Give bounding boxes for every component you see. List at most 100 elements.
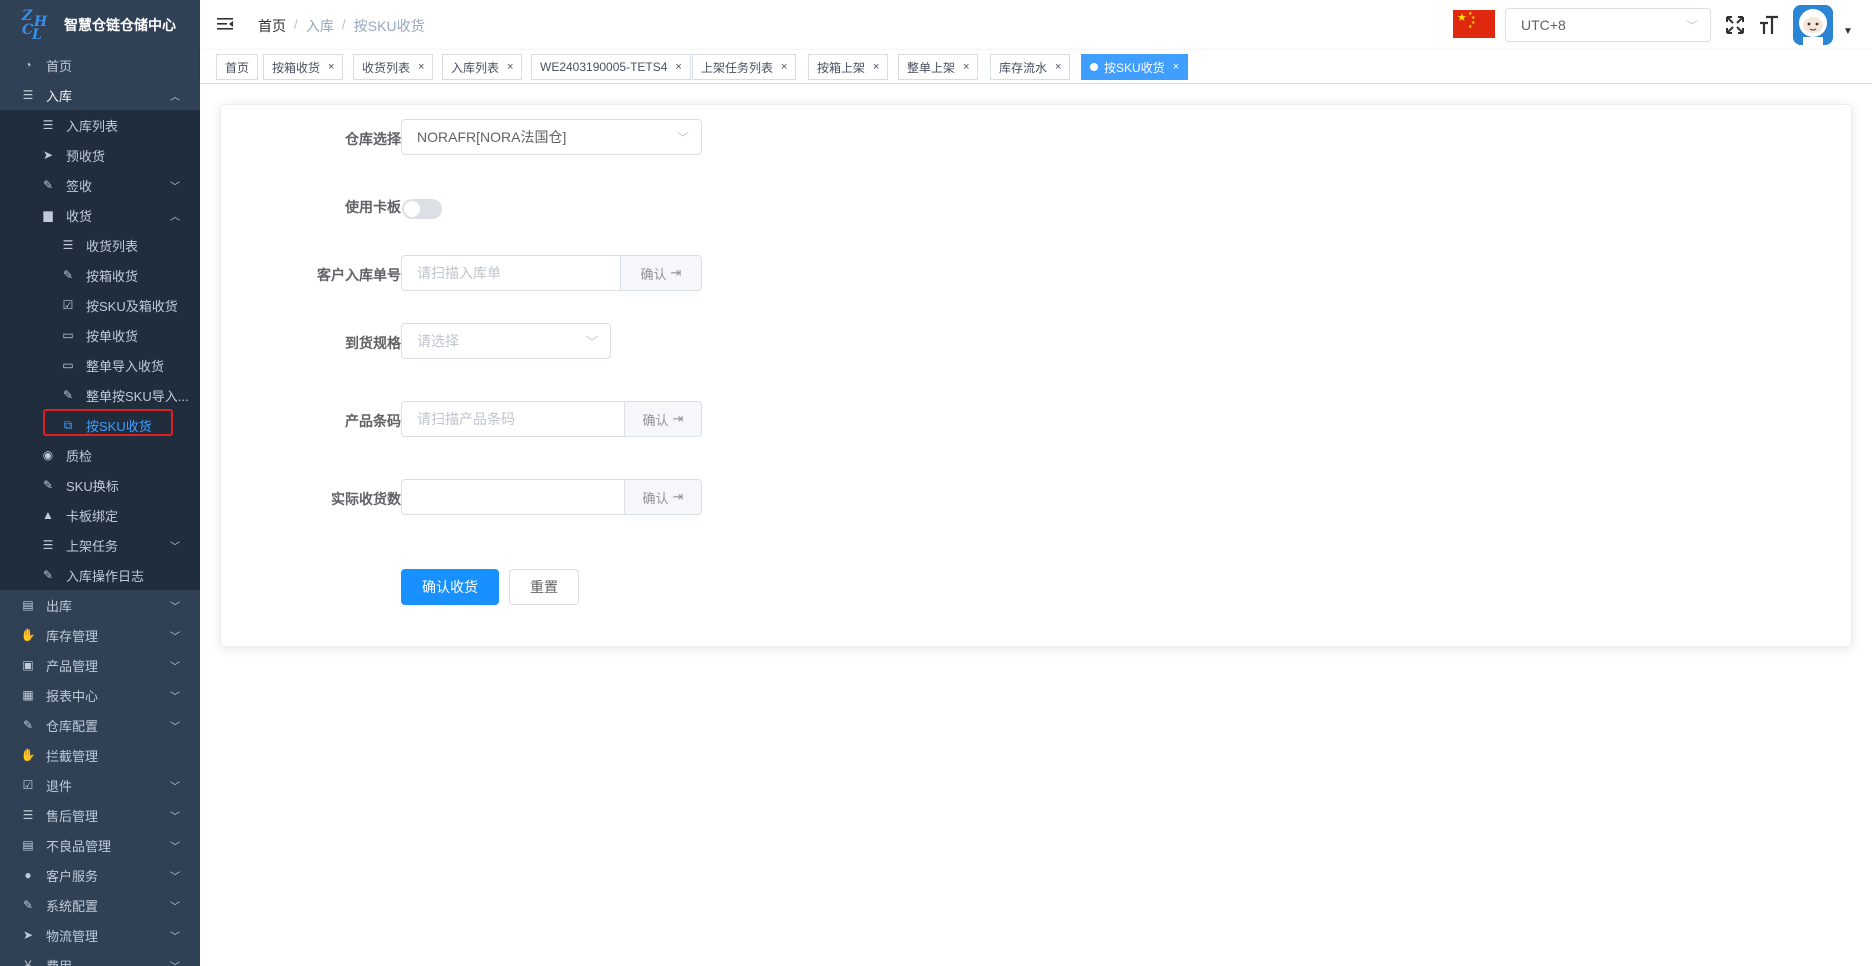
font-size-icon[interactable]: [1758, 14, 1780, 36]
tag-item[interactable]: 按箱上架 ×: [808, 54, 889, 80]
sidebar-item[interactable]: ¥ 费用 ﹀: [0, 950, 200, 966]
sidebar-item-label: 按SKU收货: [86, 418, 152, 434]
sign-in-icon: ⇥: [672, 411, 684, 426]
sidebar-item[interactable]: ◉ 质检: [0, 440, 200, 470]
avatar[interactable]: [1793, 5, 1833, 45]
chevron-down-icon: ﹀: [170, 841, 180, 853]
chevron-up-icon: ︿: [170, 91, 180, 103]
sidebar-item[interactable]: ▭ 整单导入收货: [0, 350, 200, 380]
timezone-select[interactable]: UTC+8 ﹀: [1505, 8, 1711, 42]
close-icon[interactable]: ×: [873, 61, 879, 73]
sidebar-item[interactable]: ✋ 库存管理 ﹀: [0, 620, 200, 650]
sidebar-item[interactable]: ◔ 首页: [0, 50, 200, 80]
yen-icon: ¥: [24, 958, 32, 966]
sidebar-item[interactable]: ☰ 上架任务 ﹀: [0, 530, 200, 560]
list-icon: ☰: [22, 808, 34, 822]
sidebar-item[interactable]: ▦ 报表中心 ﹀: [0, 680, 200, 710]
close-icon[interactable]: ×: [418, 61, 424, 73]
sidebar-item[interactable]: ➤ 预收货: [0, 140, 200, 170]
sidebar-item-label: 售后管理: [46, 808, 99, 824]
tag-item[interactable]: 库存流水 ×: [990, 54, 1071, 80]
close-icon[interactable]: ×: [507, 61, 513, 73]
actual-qty-confirm-button[interactable]: 确认 ⇥: [624, 479, 702, 515]
customer-order-input[interactable]: [401, 255, 620, 291]
sidebar-item[interactable]: ⧉ 按SKU收货: [0, 410, 200, 440]
eye-icon: ◉: [42, 448, 54, 462]
close-icon[interactable]: ×: [1055, 61, 1061, 73]
sidebar-item[interactable]: ✋ 拦截管理: [0, 740, 200, 770]
active-dot-icon: [1090, 63, 1098, 71]
pallet-switch[interactable]: [402, 199, 442, 219]
sidebar-item-label: 出库: [46, 598, 73, 614]
barcode-input[interactable]: [401, 401, 624, 437]
send-icon: ➤: [22, 928, 34, 942]
warehouse-select[interactable]: NORAFR[NORA法国仓] ﹀: [401, 119, 702, 155]
sidebar-item[interactable]: ▤ 出库 ﹀: [0, 590, 200, 620]
edit-icon: ✎: [62, 388, 74, 402]
sidebar-item[interactable]: ✎ 按箱收货: [0, 260, 200, 290]
tag-item[interactable]: 按SKU收货 ×: [1081, 54, 1189, 80]
caret-down-icon[interactable]: ▼: [1843, 26, 1853, 37]
tag-item[interactable]: 收货列表 ×: [353, 54, 434, 80]
sidebar-item[interactable]: ▆ 收货 ︿: [0, 200, 200, 230]
sidebar-item[interactable]: ➤ 物流管理 ﹀: [0, 920, 200, 950]
tag-item[interactable]: 按箱收货 ×: [263, 54, 344, 80]
close-icon[interactable]: ×: [963, 61, 969, 73]
sidebar-item-label: 退件: [46, 778, 73, 794]
close-icon[interactable]: ×: [328, 61, 334, 73]
chart-icon: ▦: [22, 688, 34, 702]
close-icon[interactable]: ×: [1173, 61, 1179, 73]
sidebar-item-label: 不良品管理: [46, 838, 112, 854]
hamburger-icon[interactable]: [216, 15, 234, 33]
reset-button[interactable]: 重置: [509, 569, 579, 605]
tag-item[interactable]: WE2403190005-TETS4 ×: [531, 54, 691, 80]
arrival-spec-select[interactable]: 请选择 ﹀: [401, 323, 611, 359]
confirm-receive-button[interactable]: 确认收货: [401, 569, 499, 605]
edit-icon: ✎: [42, 568, 54, 582]
warehouse-label: 仓库选择: [345, 131, 401, 147]
sidebar-item[interactable]: ✎ 仓库配置 ﹀: [0, 710, 200, 740]
tag-item[interactable]: 入库列表 ×: [442, 54, 523, 80]
breadcrumb-inbound[interactable]: 入库: [306, 16, 334, 36]
sidebar-item-label: 质检: [66, 448, 93, 464]
sidebar-item-label: 库存管理: [46, 628, 99, 644]
server-icon: ▤: [22, 838, 34, 852]
sidebar-item[interactable]: ☑ 退件 ﹀: [0, 770, 200, 800]
checkbox-icon: ☑: [62, 298, 74, 312]
close-icon[interactable]: ×: [781, 61, 787, 73]
actual-qty-input[interactable]: [401, 479, 624, 515]
sidebar-item[interactable]: ● 客户服务 ﹀: [0, 860, 200, 890]
sidebar-item[interactable]: ▭ 按单收货: [0, 320, 200, 350]
chevron-down-icon: ﹀: [170, 958, 180, 966]
send-icon: ➤: [42, 148, 54, 162]
sidebar-item[interactable]: ▲ 卡板绑定: [0, 500, 200, 530]
fullscreen-icon[interactable]: [1724, 14, 1746, 36]
logo-mark-icon: Z H C L: [22, 8, 48, 43]
tag-item[interactable]: 首页: [216, 54, 259, 80]
sidebar-item[interactable]: ☰ 入库 ︿: [0, 80, 200, 110]
breadcrumb-separator: /: [294, 16, 298, 32]
breadcrumb-home[interactable]: 首页: [258, 16, 286, 36]
sidebar-item[interactable]: ✎ SKU换标: [0, 470, 200, 500]
logo[interactable]: Z H C L 智慧仓链仓储中心: [0, 0, 200, 50]
sidebar-item-label: 物流管理: [46, 928, 99, 944]
sidebar-item[interactable]: ☑ 按SKU及箱收货: [0, 290, 200, 320]
sidebar-item[interactable]: ☰ 售后管理 ﹀: [0, 800, 200, 830]
tag-item[interactable]: 整单上架 ×: [898, 54, 979, 80]
close-icon[interactable]: ×: [675, 61, 681, 73]
sidebar-item-label: 首页: [46, 58, 73, 74]
sidebar-item[interactable]: ✎ 签收 ﹀: [0, 170, 200, 200]
barcode-confirm-button[interactable]: 确认 ⇥: [624, 401, 702, 437]
sidebar-item[interactable]: ☰ 入库列表: [0, 110, 200, 140]
list-icon: ☰: [62, 238, 74, 252]
sidebar-item[interactable]: ✎ 系统配置 ﹀: [0, 890, 200, 920]
chevron-down-icon: ﹀: [170, 541, 180, 553]
tag-item[interactable]: 上架任务列表 ×: [692, 54, 797, 80]
customer-order-confirm-button[interactable]: 确认 ⇥: [620, 255, 702, 291]
sidebar-item[interactable]: ✎ 入库操作日志: [0, 560, 200, 590]
china-flag-icon[interactable]: ★ ★ ★ ★ ★: [1453, 10, 1495, 38]
sidebar-item[interactable]: ▣ 产品管理 ﹀: [0, 650, 200, 680]
sidebar-item[interactable]: ✎ 整单按SKU导入...: [0, 380, 200, 410]
sidebar-item[interactable]: ☰ 收货列表: [0, 230, 200, 260]
sidebar-item[interactable]: ▤ 不良品管理 ﹀: [0, 830, 200, 860]
